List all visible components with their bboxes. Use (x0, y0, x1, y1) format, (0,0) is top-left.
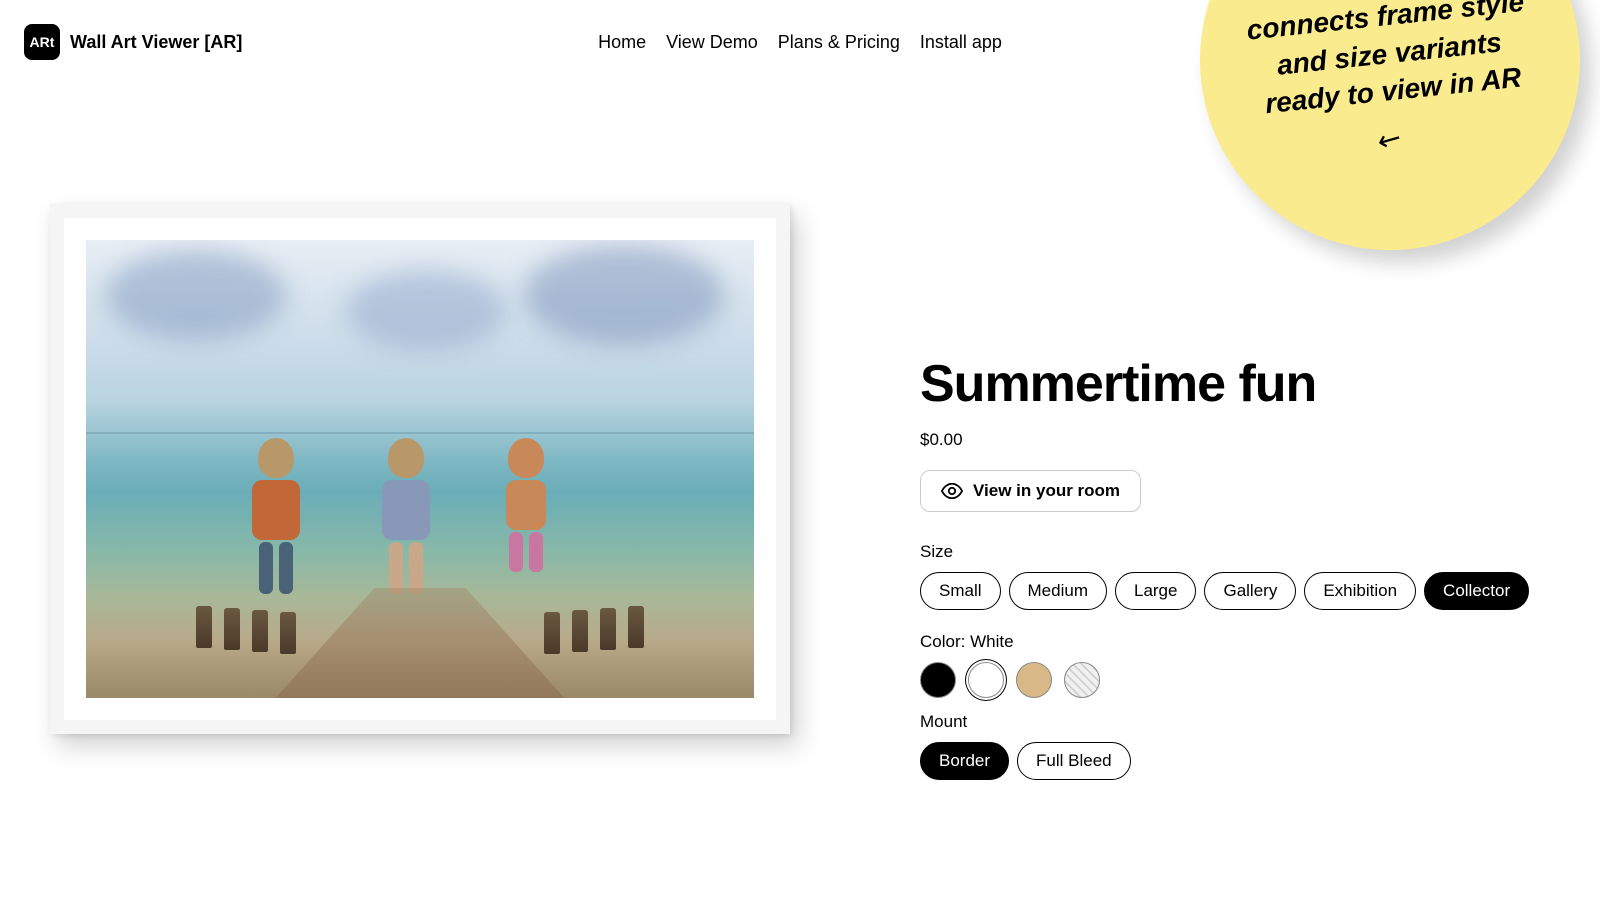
logo-text: Wall Art Viewer [AR] (70, 32, 242, 53)
size-label: Size (920, 542, 1560, 562)
size-gallery[interactable]: Gallery (1204, 572, 1296, 610)
color-swatch-black[interactable] (920, 662, 956, 698)
product-image-container (40, 124, 800, 780)
eye-icon (941, 483, 963, 499)
mount-label: Mount (920, 712, 1560, 732)
primary-nav: Home View Demo Plans & Pricing Install a… (598, 32, 1002, 53)
artwork-frame[interactable] (50, 204, 790, 734)
mount-border[interactable]: Border (920, 742, 1009, 780)
nav-view-demo[interactable]: View Demo (666, 32, 758, 53)
nav-plans-pricing[interactable]: Plans & Pricing (778, 32, 900, 53)
size-collector[interactable]: Collector (1424, 572, 1529, 610)
size-options: Small Medium Large Gallery Exhibition Co… (920, 572, 1560, 610)
size-large[interactable]: Large (1115, 572, 1196, 610)
color-options (920, 662, 1560, 698)
view-in-room-label: View in your room (973, 481, 1120, 501)
mount-options: Border Full Bleed (920, 742, 1560, 780)
nav-install-app[interactable]: Install app (920, 32, 1002, 53)
logo-icon: ARt (24, 24, 60, 60)
size-small[interactable]: Small (920, 572, 1001, 610)
promo-badge-text: Wall Art Viewer connects frame style and… (1230, 0, 1544, 125)
brand-logo[interactable]: ARt Wall Art Viewer [AR] (24, 24, 242, 60)
size-exhibition[interactable]: Exhibition (1304, 572, 1416, 610)
color-swatch-patterned[interactable] (1064, 662, 1100, 698)
color-swatch-tan[interactable] (1016, 662, 1052, 698)
view-in-room-button[interactable]: View in your room (920, 470, 1141, 512)
product-title: Summertime fun (920, 354, 1560, 414)
color-label: Color: White (920, 632, 1560, 652)
color-swatch-white[interactable] (968, 662, 1004, 698)
nav-home[interactable]: Home (598, 32, 646, 53)
mount-full-bleed[interactable]: Full Bleed (1017, 742, 1131, 780)
artwork-painting (86, 240, 754, 698)
size-medium[interactable]: Medium (1009, 572, 1107, 610)
arrow-down-left-icon: ↙ (1372, 119, 1409, 159)
product-price: $0.00 (920, 430, 1560, 450)
